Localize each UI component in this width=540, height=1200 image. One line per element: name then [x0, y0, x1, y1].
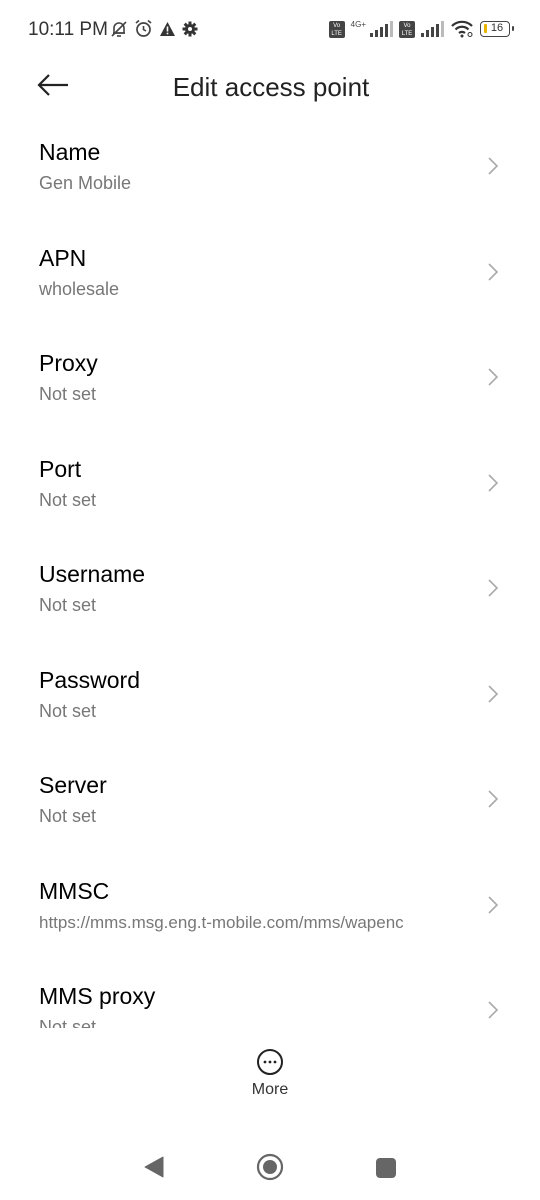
field-label: Server — [39, 772, 107, 798]
field-proxy[interactable]: Proxy Not set — [0, 324, 540, 430]
signal-strength-2-icon — [421, 21, 444, 37]
network-type: 4G+ — [350, 19, 366, 29]
field-port[interactable]: Port Not set — [0, 430, 540, 536]
wifi-icon — [451, 20, 473, 38]
system-navigation-bar — [0, 1140, 540, 1200]
signal-strength-1-icon — [370, 21, 393, 37]
battery-level: 16 — [490, 22, 504, 34]
chevron-right-icon — [488, 157, 499, 175]
chevron-right-icon — [488, 368, 499, 386]
app-header: Edit access point — [0, 60, 540, 120]
alarm-icon — [135, 19, 152, 37]
more-horizontal-circle-icon — [257, 1049, 283, 1075]
field-mms-proxy[interactable]: MMS proxy Not set — [0, 957, 540, 1028]
chevron-right-icon — [488, 579, 499, 597]
chevron-right-icon — [488, 684, 499, 703]
gear-icon — [182, 21, 198, 36]
field-label: Proxy — [39, 350, 98, 376]
volte-badge-2: Vo LTE — [399, 20, 415, 38]
status-time: 10:11 PM — [28, 19, 108, 40]
more-button[interactable]: More — [230, 1048, 310, 1108]
page-title: Edit access point — [172, 72, 370, 102]
field-value: Not set — [39, 384, 97, 404]
field-label: MMSC — [39, 877, 110, 904]
field-value: Not set — [39, 595, 97, 615]
field-label: Password — [39, 666, 140, 693]
field-value: Not set — [39, 1017, 97, 1028]
chevron-right-icon — [488, 895, 499, 914]
nav-recents-square-icon[interactable] — [376, 1158, 396, 1178]
field-label: Name — [39, 139, 101, 165]
nav-home-circle-icon[interactable] — [256, 1153, 284, 1181]
chevron-right-icon — [488, 473, 499, 492]
field-label: MMS proxy — [39, 983, 156, 1009]
field-value: Gen Mobile — [39, 173, 132, 193]
warning-icon — [160, 21, 175, 36]
field-apn[interactable]: APN wholesale — [0, 219, 540, 325]
field-value: wholesale — [39, 278, 120, 299]
battery-icon: 16 — [480, 21, 514, 37]
field-password[interactable]: Password Not set — [0, 641, 540, 747]
status-bar: 10:11 PM Vo LTE 4G+ Vo LTE 16 — [0, 0, 540, 60]
field-label: Username — [39, 561, 146, 587]
status-notification-icons — [110, 19, 198, 38]
field-label: Port — [39, 455, 82, 482]
chevron-right-icon — [488, 790, 499, 808]
field-server[interactable]: Server Not set — [0, 746, 540, 852]
field-name[interactable]: Name Gen Mobile — [0, 113, 540, 219]
chevron-right-icon — [488, 1001, 499, 1019]
field-value: Not set — [39, 806, 97, 826]
field-username[interactable]: Username Not set — [0, 535, 540, 641]
nav-back-triangle-icon[interactable] — [143, 1155, 165, 1179]
more-label: More — [251, 1081, 289, 1098]
field-value: Not set — [39, 489, 97, 510]
field-value: https://mms.msg.eng.t-mobile.com/mms/wap… — [39, 912, 404, 932]
field-value: Not set — [39, 700, 97, 721]
volte-badge-1: Vo LTE — [328, 20, 345, 38]
bell-off-icon — [111, 20, 127, 37]
field-mmsc[interactable]: MMSC https://mms.msg.eng.t-mobile.com/mm… — [0, 852, 540, 958]
field-label: APN — [39, 244, 87, 271]
apn-settings-list: Name Gen Mobile APN wholesale Proxy Not … — [0, 113, 540, 1028]
chevron-right-icon — [488, 262, 499, 281]
status-system-icons: Vo LTE 4G+ Vo LTE 16 — [328, 19, 514, 38]
